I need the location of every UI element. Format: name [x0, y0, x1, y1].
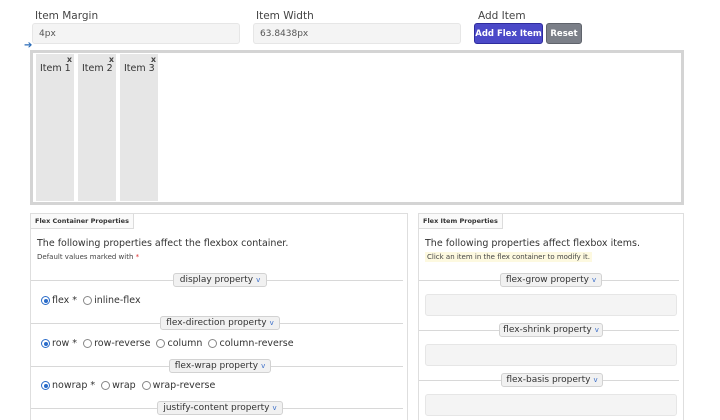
flex-item-1[interactable]: Item 1 x: [36, 54, 74, 201]
property-label: flex-basis property: [506, 375, 591, 385]
flex-wrap-property-toggle[interactable]: flex-wrap property v: [169, 359, 271, 373]
radio-row[interactable]: row *: [41, 338, 77, 349]
chevron-down-icon: v: [591, 276, 597, 284]
panel-description: The following properties affect the flex…: [37, 238, 289, 249]
flex-shrink-property-toggle[interactable]: flex-shrink property v: [499, 323, 603, 337]
reset-button[interactable]: Reset: [546, 23, 582, 44]
radio-circle-icon: [83, 296, 93, 305]
radio-circle-icon: [41, 381, 50, 390]
property-label: flex-grow property: [505, 275, 589, 285]
radio-label: wrap: [112, 380, 136, 391]
panel-title: Flex Item Properties: [419, 214, 503, 229]
display-property-toggle[interactable]: display property v: [173, 273, 267, 287]
flex-direction-options: row * row-reverse column column-reverse: [41, 338, 300, 349]
panel-description: The following properties affect flexbox …: [425, 238, 641, 249]
flex-basis-property-toggle[interactable]: flex-basis property v: [501, 373, 603, 387]
property-label: display property: [179, 275, 254, 285]
radio-circle-icon: [41, 296, 50, 305]
flex-grow-property-toggle[interactable]: flex-grow property v: [500, 273, 602, 287]
radio-flex[interactable]: flex *: [41, 295, 77, 306]
display-options: flex * inline-flex: [41, 295, 147, 306]
panel-note: Default values marked with *: [37, 253, 139, 261]
radio-row-reverse[interactable]: row-reverse: [83, 338, 150, 349]
chevron-down-icon: v: [593, 376, 598, 384]
radio-column[interactable]: column: [156, 338, 202, 349]
radio-circle-icon: [83, 339, 93, 348]
default-marker: *: [135, 253, 140, 261]
flex-basis-input[interactable]: [425, 394, 677, 416]
flex-item-label: Item 2: [82, 63, 113, 74]
justify-content-property-toggle[interactable]: justify-content property v: [157, 401, 283, 415]
flex-container-properties-panel: Flex Container Properties The following …: [30, 213, 408, 420]
flex-grow-input[interactable]: [425, 294, 677, 316]
radio-wrap[interactable]: wrap: [101, 380, 136, 391]
radio-circle-icon: [208, 339, 218, 348]
flex-wrap-options: nowrap * wrap wrap-reverse: [41, 380, 221, 391]
chevron-down-icon: v: [272, 404, 277, 412]
radio-label: column-reverse: [219, 338, 294, 349]
flex-container[interactable]: Item 1 x Item 2 x Item 3 x: [30, 50, 684, 205]
radio-circle-icon: [101, 381, 111, 390]
property-label: flex-shrink property: [503, 325, 592, 335]
flex-shrink-input[interactable]: [425, 344, 677, 366]
item-margin-label: Item Margin: [35, 10, 99, 22]
property-label: flex-direction property: [166, 318, 267, 328]
close-icon[interactable]: x: [109, 55, 114, 64]
flex-item-2[interactable]: Item 2 x: [78, 54, 116, 201]
radio-label: nowrap *: [52, 380, 96, 391]
radio-inline-flex[interactable]: inline-flex: [83, 295, 141, 306]
property-label: justify-content property: [163, 403, 270, 413]
flex-item-label: Item 3: [124, 63, 155, 74]
flex-item-label: Item 1: [40, 63, 71, 74]
add-flex-item-button[interactable]: Add Flex Item: [474, 23, 543, 44]
radio-label: inline-flex: [94, 295, 141, 306]
radio-label: row *: [52, 338, 78, 349]
radio-circle-icon: [41, 339, 50, 348]
item-width-label: Item Width: [256, 10, 314, 22]
radio-label: row-reverse: [94, 338, 151, 349]
radio-circle-icon: [141, 381, 151, 390]
property-label: flex-wrap property: [174, 361, 259, 371]
flex-direction-property-toggle[interactable]: flex-direction property v: [160, 316, 280, 330]
radio-label: flex *: [52, 295, 78, 306]
chevron-down-icon: v: [269, 319, 274, 327]
chevron-down-icon: v: [256, 276, 261, 284]
item-margin-input[interactable]: 4px: [32, 23, 240, 44]
add-item-label: Add Item: [478, 10, 526, 22]
radio-column-reverse[interactable]: column-reverse: [208, 338, 294, 349]
close-icon[interactable]: x: [151, 55, 156, 64]
item-width-input[interactable]: 63.8438px: [253, 23, 461, 44]
close-icon[interactable]: x: [67, 55, 72, 64]
flex-item-3[interactable]: Item 3 x: [120, 54, 158, 201]
radio-label: column: [167, 338, 203, 349]
default-note-text: Default values marked with: [37, 253, 134, 261]
radio-circle-icon: [156, 339, 166, 348]
radio-label: wrap-reverse: [152, 380, 216, 391]
radio-nowrap[interactable]: nowrap *: [41, 380, 95, 391]
panel-title: Flex Container Properties: [31, 214, 134, 229]
panel-hint: Click an item in the flex container to m…: [425, 252, 592, 262]
radio-wrap-reverse[interactable]: wrap-reverse: [141, 380, 216, 391]
chevron-down-icon: v: [594, 326, 599, 334]
flex-item-properties-panel: Flex Item Properties The following prope…: [418, 213, 684, 420]
chevron-down-icon: v: [261, 362, 266, 370]
